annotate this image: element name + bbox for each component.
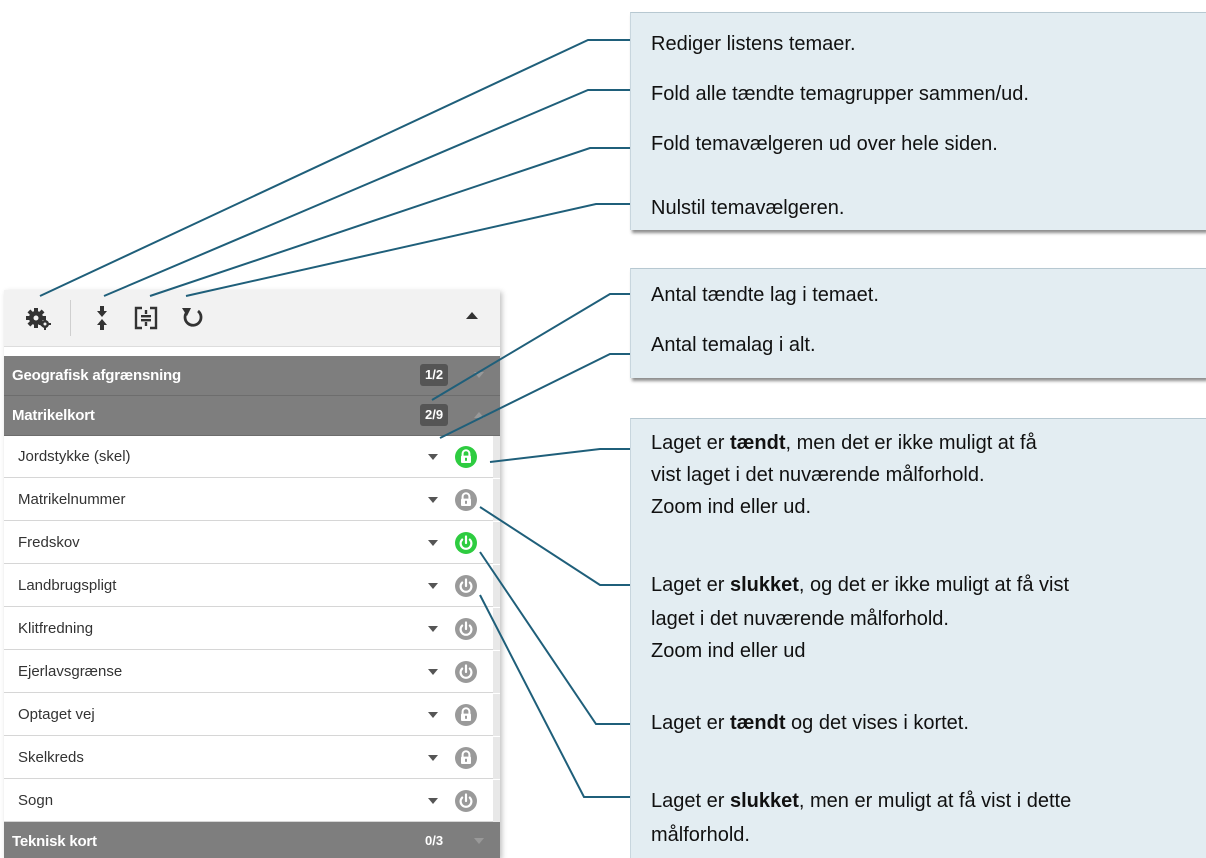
power-icon[interactable] xyxy=(454,660,478,684)
group-caret-icon[interactable] xyxy=(474,838,484,844)
power-icon[interactable] xyxy=(454,789,478,813)
callout-off-available-1: Laget er slukket, men er muligt at få vi… xyxy=(651,790,1072,812)
callout-edit-themes: Rediger listens temaer. xyxy=(651,33,856,55)
layer-dropdown-caret-icon[interactable] xyxy=(428,454,438,460)
scroll-edge xyxy=(493,780,500,822)
leader-line-off-available xyxy=(479,594,630,798)
gear-icon[interactable] xyxy=(24,304,52,332)
layer-dropdown-caret-icon[interactable] xyxy=(428,626,438,632)
layer-label: Ejerlavsgrænse xyxy=(18,663,123,680)
leader-line-on-visible xyxy=(479,551,630,725)
scroll-edge xyxy=(493,694,500,736)
scroll-edge xyxy=(493,565,500,607)
scroll-edge xyxy=(493,651,500,693)
layer-row[interactable]: Jordstykke (skel) xyxy=(4,436,500,478)
group-caret-icon[interactable] xyxy=(474,372,484,378)
group-label: Matrikelkort xyxy=(12,407,95,424)
group-caret-icon[interactable] xyxy=(474,412,484,418)
reset-icon[interactable] xyxy=(178,304,206,332)
layer-label: Sogn xyxy=(18,792,54,809)
layer-label: Optaget vej xyxy=(18,706,95,723)
layer-label: Matrikelnummer xyxy=(18,491,126,508)
active-count-badge: 1/2 xyxy=(420,364,449,386)
callout-total-layers: Antal temalag i alt. xyxy=(651,334,816,356)
scroll-edge xyxy=(493,479,500,521)
layer-row[interactable]: Landbrugspligt xyxy=(4,565,500,607)
theme-picker-panel: Geografisk afgrænsning 1/2 Matrikelkort … xyxy=(4,290,500,858)
callout-on-locked-1: Laget er tændt, men det er ikke muligt a… xyxy=(651,432,1037,454)
layer-label: Jordstykke (skel) xyxy=(18,448,131,465)
states-callout: Laget er tændt, men det er ikke muligt a… xyxy=(630,418,1206,858)
layer-dropdown-caret-icon[interactable] xyxy=(428,755,438,761)
callout-on-locked-2: vist laget i det nuværende målforhold. xyxy=(651,464,985,486)
callout-reset: Nulstil temavælgeren. xyxy=(651,197,845,219)
layer-label: Skelkreds xyxy=(18,749,84,766)
layer-row[interactable]: Matrikelnummer xyxy=(4,479,500,521)
layer-dropdown-caret-icon[interactable] xyxy=(428,583,438,589)
group-label: Geografisk afgrænsning xyxy=(12,367,181,384)
lock-icon[interactable] xyxy=(454,746,478,770)
layer-label: Fredskov xyxy=(18,534,80,551)
lock-icon[interactable] xyxy=(454,488,478,512)
group-matrikel[interactable]: Matrikelkort 2/9 xyxy=(4,396,500,436)
lock-icon[interactable] xyxy=(454,703,478,727)
toolbar-separator xyxy=(70,300,71,336)
theme-picker-toolbar xyxy=(4,290,500,347)
leader-line-fold xyxy=(103,89,630,297)
power-icon[interactable] xyxy=(454,531,478,555)
layer-dropdown-caret-icon[interactable] xyxy=(428,712,438,718)
leader-line-edit xyxy=(39,39,630,297)
layer-dropdown-caret-icon[interactable] xyxy=(428,669,438,675)
layer-row[interactable]: Sogn xyxy=(4,780,500,822)
scroll-edge xyxy=(493,737,500,779)
callout-off-locked-2: laget i det nuværende målforhold. xyxy=(651,608,949,630)
leader-line-on-locked xyxy=(489,448,630,463)
collapse-panel-caret-icon[interactable] xyxy=(466,312,478,319)
layer-row[interactable]: Klitfredning xyxy=(4,608,500,650)
callout-off-available-2: målforhold. xyxy=(651,824,750,846)
layer-row[interactable]: Ejerlavsgrænse xyxy=(4,651,500,693)
layer-dropdown-caret-icon[interactable] xyxy=(428,540,438,546)
layer-label: Landbrugspligt xyxy=(18,577,117,594)
group-teknisk[interactable]: Teknisk kort 0/3 xyxy=(4,822,500,858)
layer-row[interactable]: Skelkreds xyxy=(4,737,500,779)
power-icon[interactable] xyxy=(454,617,478,641)
callout-fold-groups: Fold alle tændte temagrupper sammen/ud. xyxy=(651,83,1029,105)
layer-dropdown-caret-icon[interactable] xyxy=(428,497,438,503)
callout-off-locked-3: Zoom ind eller ud xyxy=(651,640,806,662)
callout-active-layers: Antal tændte lag i temaet. xyxy=(651,284,879,306)
scroll-edge xyxy=(493,608,500,650)
scroll-edge xyxy=(493,436,500,478)
leader-line-off-locked xyxy=(479,506,630,586)
power-icon[interactable] xyxy=(454,574,478,598)
toolbar-callout: Rediger listens temaer. Fold alle tændte… xyxy=(630,12,1206,230)
leader-line-reset xyxy=(185,203,630,297)
callout-on-visible: Laget er tændt og det vises i kortet. xyxy=(651,712,969,734)
callout-off-locked-1: Laget er slukket, og det er ikke muligt … xyxy=(651,574,1070,596)
counts-callout: Antal tændte lag i temaet. Antal temalag… xyxy=(630,268,1206,378)
active-count-badge: 2/9 xyxy=(420,404,449,426)
layer-row[interactable]: Optaget vej xyxy=(4,694,500,736)
callout-on-locked-3: Zoom ind eller ud. xyxy=(651,496,812,518)
group-geografisk[interactable]: Geografisk afgrænsning 1/2 xyxy=(4,356,500,396)
lock-icon[interactable] xyxy=(454,445,478,469)
scroll-edge xyxy=(493,522,500,564)
group-label: Teknisk kort xyxy=(12,833,97,850)
fold-vertical-icon[interactable] xyxy=(88,304,116,332)
leader-line-expand xyxy=(149,147,630,297)
layer-label: Klitfredning xyxy=(18,620,94,637)
expand-frame-icon[interactable] xyxy=(132,304,160,332)
layer-row[interactable]: Fredskov xyxy=(4,522,500,564)
active-count-badge: 0/3 xyxy=(425,833,444,848)
callout-expand-full: Fold temavælgeren ud over hele siden. xyxy=(651,133,998,155)
layer-dropdown-caret-icon[interactable] xyxy=(428,798,438,804)
